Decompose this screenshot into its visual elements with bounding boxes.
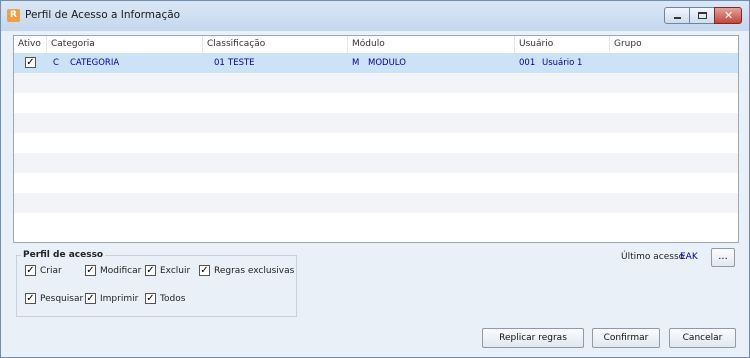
perfil-acesso-window: R Perfil de Acesso a Informação ✕ Ativo … <box>0 0 750 358</box>
empty-row <box>14 113 738 133</box>
title-bar[interactable]: R Perfil de Acesso a Informação ✕ <box>1 1 749 31</box>
maximize-icon <box>698 12 707 19</box>
classificacao-name: TESTE <box>228 58 255 68</box>
minimize-icon <box>674 17 681 19</box>
replicar-regras-button[interactable]: Replicar regras <box>482 328 584 348</box>
close-icon: ✕ <box>724 9 734 22</box>
minimize-button[interactable] <box>664 7 690 24</box>
column-header-grupo[interactable]: Grupo <box>610 36 738 53</box>
column-header-modulo[interactable]: Módulo <box>348 36 515 53</box>
empty-row <box>14 213 738 233</box>
modulo-code: M <box>352 58 360 68</box>
column-header-ativo[interactable]: Ativo <box>14 36 47 53</box>
close-button[interactable]: ✕ <box>714 7 742 24</box>
cancelar-button[interactable]: Cancelar <box>669 328 736 348</box>
regras-exclusivas-checkbox[interactable]: ✓ <box>199 265 210 276</box>
ativo-checkbox[interactable]: ✓ <box>25 57 36 68</box>
criar-label: Criar <box>40 266 62 276</box>
usuario-name: Usuário 1 <box>542 58 583 68</box>
excluir-label: Excluir <box>160 266 191 276</box>
ultimo-acesso-browse-button[interactable]: ... <box>711 248 735 267</box>
app-icon: R <box>7 9 20 22</box>
access-grid[interactable]: Ativo Categoria Classificação Módulo Usu… <box>13 35 739 243</box>
modulo-name: MODULO <box>368 58 406 68</box>
empty-row <box>14 73 738 93</box>
empty-row <box>14 153 738 173</box>
imprimir-checkbox[interactable]: ✓ <box>85 293 96 304</box>
column-header-classificacao[interactable]: Classificação <box>203 36 348 53</box>
pesquisar-label: Pesquisar <box>40 294 84 304</box>
confirmar-button[interactable]: Confirmar <box>592 328 660 348</box>
todos-checkbox[interactable]: ✓ <box>145 293 156 304</box>
empty-row <box>14 173 738 193</box>
maximize-button[interactable] <box>689 7 715 24</box>
imprimir-label: Imprimir <box>100 294 139 304</box>
empty-row <box>14 133 738 153</box>
table-row[interactable]: ✓ C CATEGORIA 01 TESTE M MODULO 001 Usuá… <box>14 53 738 73</box>
categoria-code: C <box>53 58 59 68</box>
perfil-acesso-title: Perfil de acesso <box>21 250 106 260</box>
excluir-checkbox[interactable]: ✓ <box>145 265 156 276</box>
regras-exclusivas-label: Regras exclusivas <box>214 266 295 276</box>
ultimo-acesso-label: Último acesso <box>621 252 685 262</box>
usuario-code: 001 <box>519 58 536 68</box>
modificar-label: Modificar <box>100 266 142 276</box>
classificacao-code: 01 <box>214 58 225 68</box>
empty-row <box>14 93 738 113</box>
grid-header: Ativo Categoria Classificação Módulo Usu… <box>14 36 738 54</box>
criar-checkbox[interactable]: ✓ <box>25 265 36 276</box>
pesquisar-checkbox[interactable]: ✓ <box>25 293 36 304</box>
empty-row <box>14 193 738 213</box>
todos-label: Todos <box>160 294 186 304</box>
column-header-categoria[interactable]: Categoria <box>47 36 203 53</box>
modificar-checkbox[interactable]: ✓ <box>85 265 96 276</box>
window-title: Perfil de Acesso a Informação <box>25 9 181 21</box>
ultimo-acesso-value: EAK <box>680 252 698 262</box>
categoria-name: CATEGORIA <box>70 58 120 68</box>
column-header-usuario[interactable]: Usuário <box>515 36 610 53</box>
